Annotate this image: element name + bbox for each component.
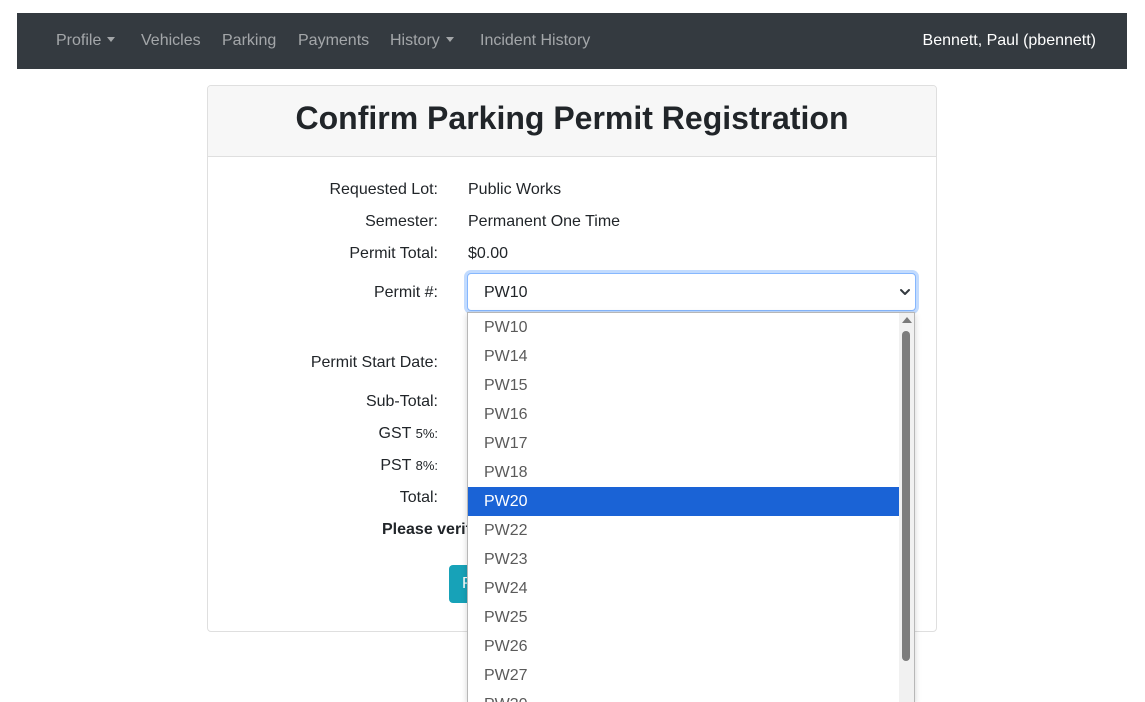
permit-option[interactable]: PW14 <box>468 342 900 371</box>
listbox-scrollbar[interactable] <box>899 313 914 702</box>
verify-notice: Please verif <box>382 521 471 538</box>
gst-rate: 5%: <box>415 426 438 441</box>
permit-option[interactable]: PW18 <box>468 458 900 487</box>
pst-label-text: PST <box>380 457 412 474</box>
semester-label: Semester: <box>365 213 438 230</box>
nav-profile-dropdown[interactable]: Profile <box>56 13 116 69</box>
caret-down-icon <box>445 37 454 42</box>
gst-label-text: GST <box>378 425 412 442</box>
permit-total-label: Permit Total: <box>349 245 438 262</box>
permit-number-label: Permit #: <box>373 284 438 301</box>
nav-vehicles-link[interactable]: Vehicles <box>141 13 201 69</box>
permit-option[interactable]: PW24 <box>468 574 900 603</box>
user-account-name[interactable]: Bennett, Paul (pbennett) <box>923 13 1096 69</box>
total-label: Total: <box>399 489 438 506</box>
permit-start-date-label: Permit Start Date: <box>310 354 438 371</box>
permit-option[interactable]: PW15 <box>468 371 900 400</box>
nav-history-dropdown[interactable]: History <box>390 13 454 69</box>
permit-option[interactable]: PW16 <box>468 400 900 429</box>
permit-options-listbox[interactable]: PW10 PW14 PW15 PW16 PW17 PW18 PW20 PW22 PW23 PW24… <box>467 312 915 702</box>
requested-lot-value: Public Works <box>468 181 562 198</box>
caret-down-icon <box>107 37 116 42</box>
permit-option[interactable]: PW17 <box>468 429 900 458</box>
permit-option[interactable]: PW25 <box>468 603 900 632</box>
permit-option[interactable]: PW30 <box>468 690 900 702</box>
permit-option[interactable]: PW23 <box>468 545 900 574</box>
card-header: Confirm Parking Permit Registration <box>208 86 936 157</box>
pst-rate: 8%: <box>415 458 438 473</box>
permit-number-select[interactable]: PW10 <box>467 273 916 311</box>
gst-label: GST 5%: <box>208 425 438 443</box>
permit-option[interactable]: PW10 <box>468 313 900 342</box>
scroll-up-arrow-icon[interactable] <box>902 317 912 323</box>
semester-value: Permanent One Time <box>468 213 621 230</box>
nav-payments-link[interactable]: Payments <box>298 13 369 69</box>
top-navbar: Profile Vehicles Parking Payments Histor… <box>17 13 1127 69</box>
chevron-down-icon <box>900 289 910 295</box>
requested-lot-label: Requested Lot: <box>329 181 438 198</box>
nav-incident-history-link[interactable]: Incident History <box>480 13 590 69</box>
permit-total-value: $0.00 <box>468 245 509 262</box>
permit-select-value: PW10 <box>484 284 528 301</box>
page-title: Confirm Parking Permit Registration <box>295 100 849 136</box>
scrollbar-thumb[interactable] <box>902 331 910 661</box>
permit-option[interactable]: PW26 <box>468 632 900 661</box>
permit-option[interactable]: PW22 <box>468 516 900 545</box>
nav-parking-link[interactable]: Parking <box>222 13 276 69</box>
nav-history-label: History <box>390 32 440 49</box>
pst-label: PST 8%: <box>208 457 438 475</box>
permit-option[interactable]: PW27 <box>468 661 900 690</box>
subtotal-label: Sub-Total: <box>365 393 438 410</box>
permit-option[interactable]: PW20 <box>468 487 900 516</box>
nav-profile-label: Profile <box>56 32 102 49</box>
